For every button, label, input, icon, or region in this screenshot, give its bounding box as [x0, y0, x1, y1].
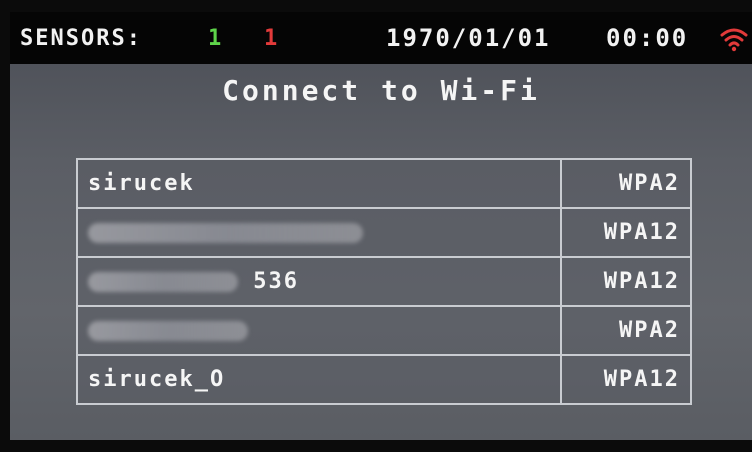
sensors-ok-count: 1: [208, 26, 222, 51]
network-security: WPA12: [560, 207, 692, 258]
network-row[interactable]: 536 WPA12: [76, 256, 692, 307]
sensors-fail-count: 1: [264, 26, 278, 51]
date-display: 1970/01/01: [386, 24, 551, 52]
status-bar: SENSORS: 1 1 1970/01/01 00:00: [10, 12, 752, 64]
network-ssid: sirucek_O: [76, 354, 562, 405]
network-security: WPA2: [560, 158, 692, 209]
redaction-blur: [88, 272, 238, 292]
network-row[interactable]: sirucek WPA2: [76, 158, 692, 209]
network-row[interactable]: WPA12: [76, 207, 692, 258]
page-title: Connect to Wi-Fi: [222, 74, 540, 107]
sensors-label: SENSORS:: [20, 26, 142, 51]
redaction-blur: [88, 321, 248, 341]
network-ssid-redacted: [76, 207, 562, 258]
network-security: WPA2: [560, 305, 692, 356]
network-security: WPA12: [560, 256, 692, 307]
screen: SENSORS: 1 1 1970/01/01 00:00 Connect to…: [10, 12, 752, 440]
network-ssid-redacted: [76, 305, 562, 356]
time-display: 00:00: [606, 24, 689, 52]
network-ssid-fragment: 536: [253, 269, 299, 294]
network-security: WPA12: [560, 354, 692, 405]
network-ssid-redacted: 536: [76, 256, 562, 307]
wifi-icon[interactable]: [720, 26, 748, 52]
network-row[interactable]: WPA2: [76, 305, 692, 356]
network-list: sirucek WPA2 WPA12 536 WPA12 WPA2 siruce…: [76, 158, 692, 405]
network-ssid: sirucek: [76, 158, 562, 209]
redaction-blur: [88, 223, 363, 243]
network-row[interactable]: sirucek_O WPA12: [76, 354, 692, 405]
